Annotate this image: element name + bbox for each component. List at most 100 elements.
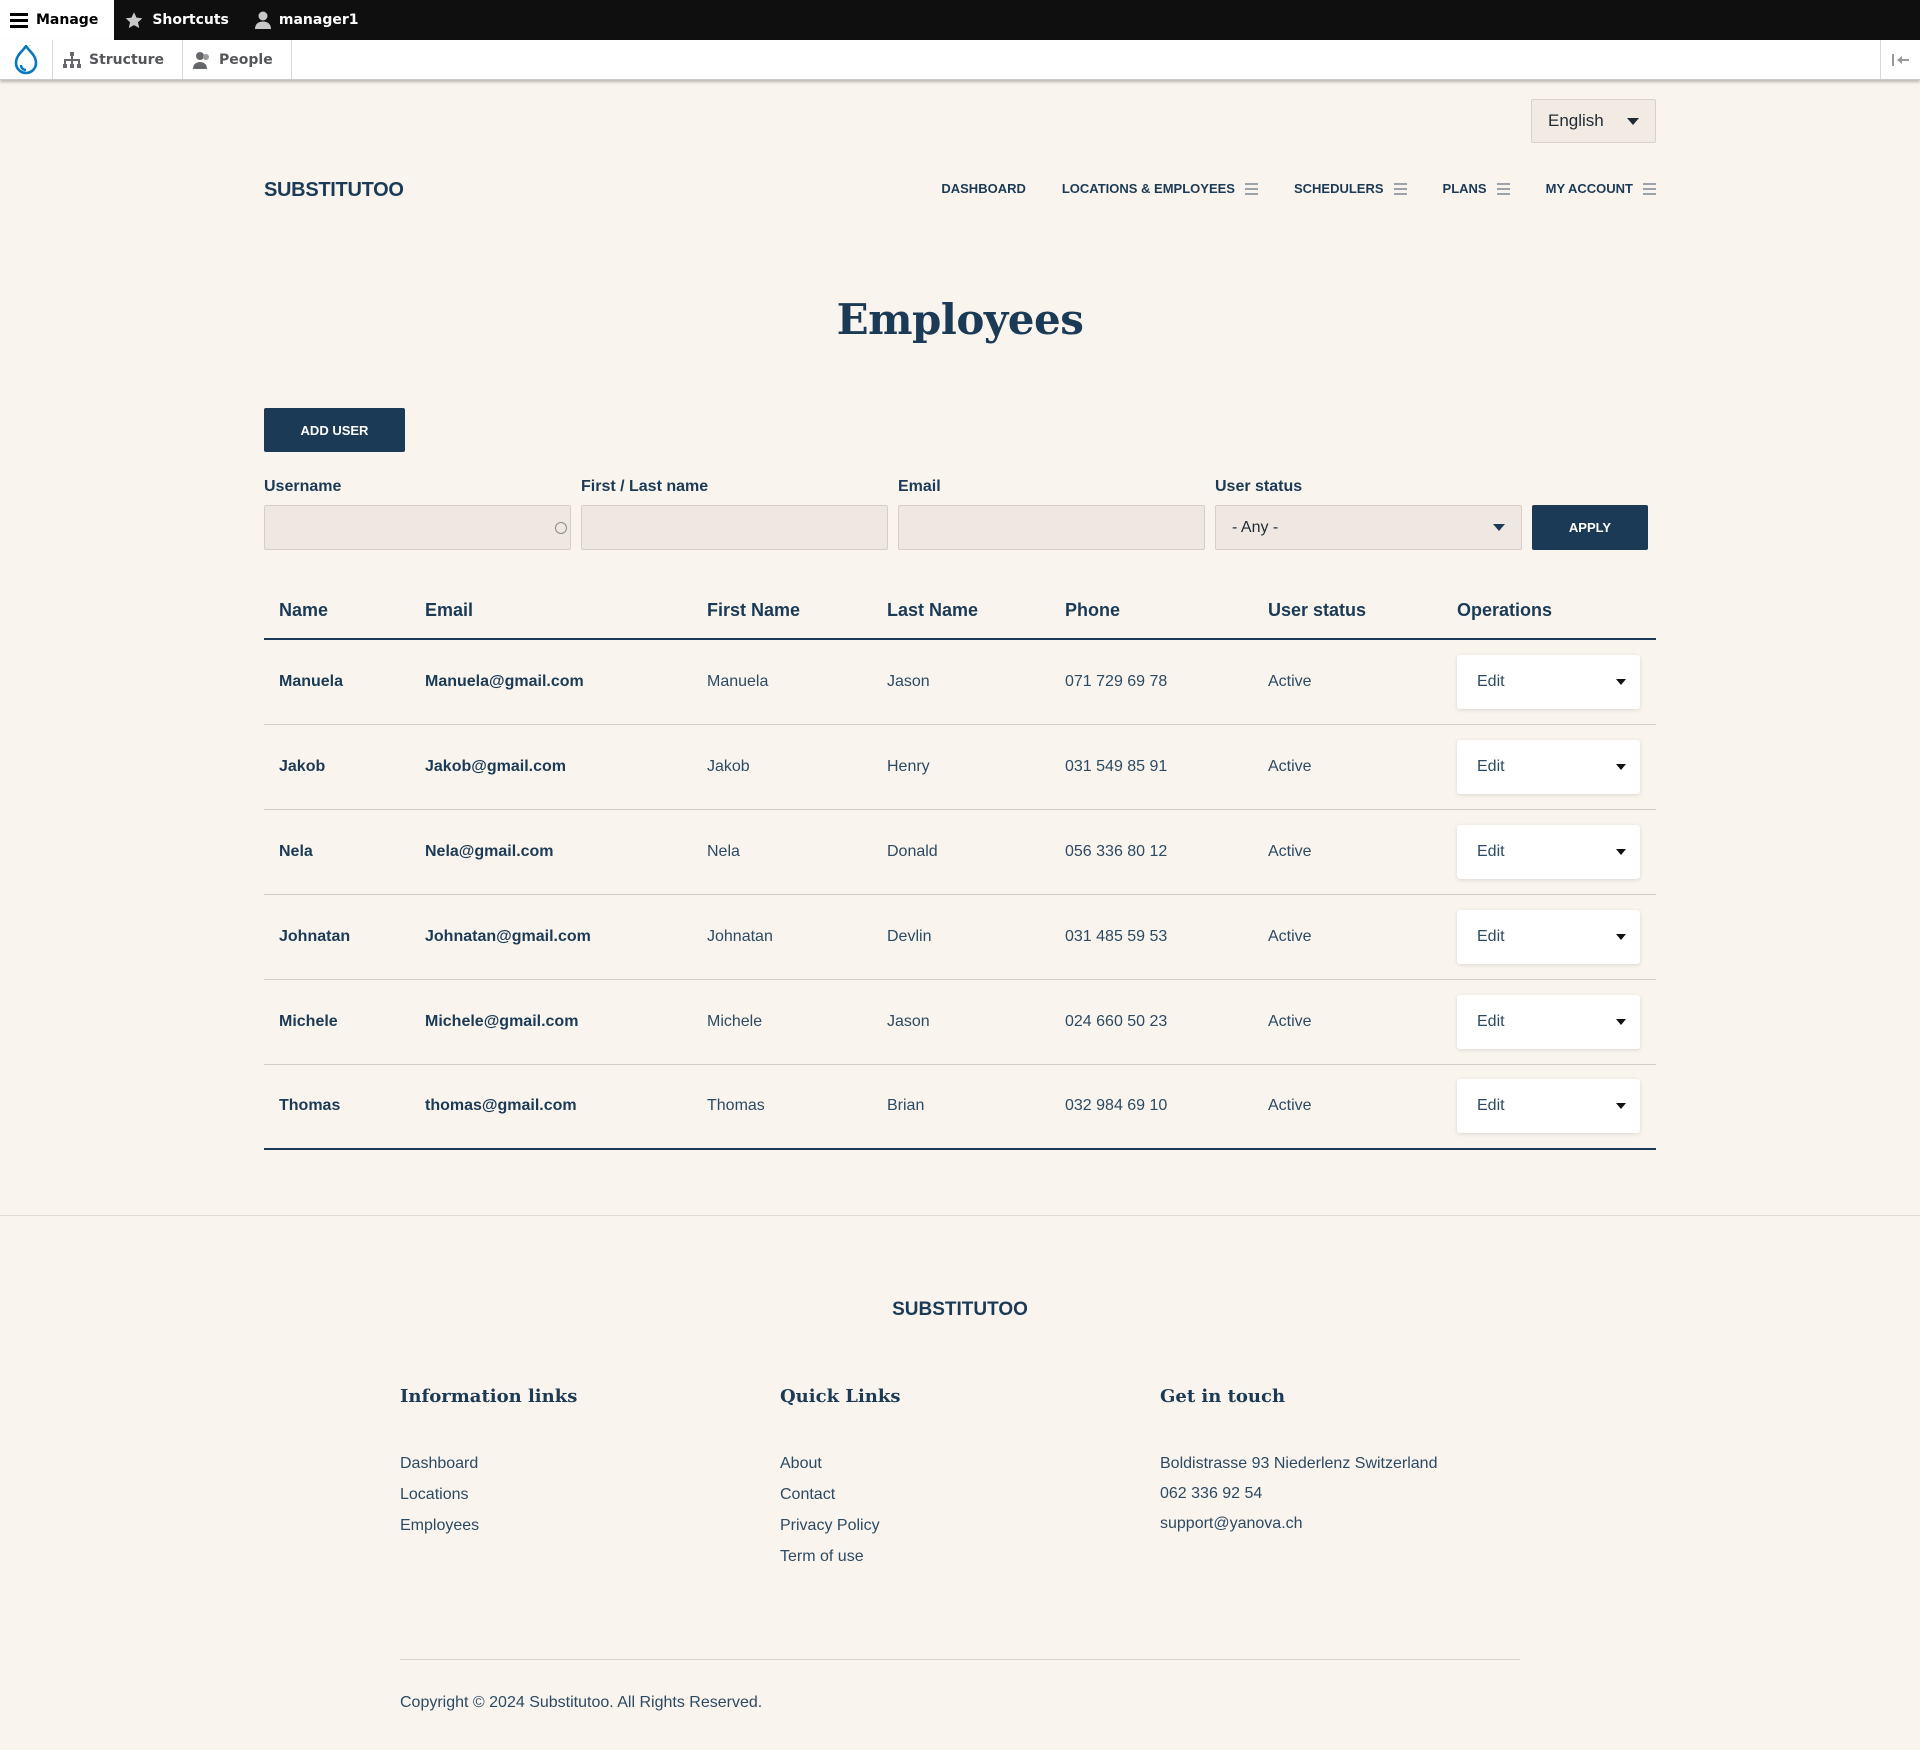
filter-username: Username [264, 478, 571, 550]
toolbar-user-label: manager1 [278, 12, 359, 28]
footer-quick-links: Quick Links About Contact Privacy Policy… [780, 1386, 1140, 1577]
footer-info-links: Information links Dashboard Locations Em… [400, 1386, 760, 1546]
cell-status: Active [1253, 894, 1442, 980]
nav-locations-employees-label: LOCATIONS & EMPLOYEES [1061, 181, 1235, 196]
page-title: Employees [836, 295, 1084, 344]
cell-phone: 024 660 50 23 [1050, 979, 1253, 1065]
cell-phone: 056 336 80 12 [1050, 809, 1253, 895]
footer-logo[interactable]: SUBSTITUTOO [0, 1299, 1920, 1321]
footer-link-contact[interactable]: Contact [780, 1484, 1140, 1515]
status-label: User status [1215, 478, 1303, 495]
cell-phone: 031 549 85 91 [1050, 724, 1253, 810]
footer-separator [400, 1659, 1520, 1660]
toolbar-shortcuts[interactable]: Shortcuts [114, 0, 245, 40]
name-input[interactable] [581, 505, 888, 550]
cell-first-name: Michele [692, 979, 872, 1065]
username-label: Username [264, 478, 342, 495]
footer-link-about[interactable]: About [780, 1453, 1140, 1484]
submenu-icon [1496, 182, 1510, 195]
cell-last-name: Jason [872, 979, 1050, 1065]
cell-status: Active [1253, 979, 1442, 1065]
cell-email[interactable]: thomas@gmail.com [410, 1064, 692, 1150]
footer-link-dashboard[interactable]: Dashboard [400, 1453, 760, 1484]
cell-first-name: Johnatan [692, 894, 872, 980]
footer-link-locations[interactable]: Locations [400, 1484, 760, 1515]
nav-schedulers[interactable]: SCHEDULERS [1294, 181, 1407, 196]
cell-last-name: Henry [872, 724, 1050, 810]
footer-link-terms[interactable]: Term of use [780, 1546, 1140, 1577]
user-icon [254, 11, 271, 29]
filter-status: User status - Any - [1215, 478, 1522, 550]
caret-down-icon[interactable] [1616, 763, 1626, 770]
language-select[interactable]: English [1531, 99, 1656, 143]
username-input[interactable] [264, 505, 571, 550]
add-user-button[interactable]: ADD USER [264, 408, 405, 452]
cell-name[interactable]: Nela [264, 809, 410, 895]
col-last-name: Last Name [872, 583, 1050, 640]
caret-down-icon[interactable] [1616, 678, 1626, 685]
cell-first-name: Manuela [692, 639, 872, 725]
table-row: Manuela Manuela@gmail.com Manuela Jason 071 … [264, 639, 1656, 725]
nav-locations-employees[interactable]: LOCATIONS & EMPLOYEES [1062, 181, 1258, 196]
edit-label: Edit [1477, 1097, 1505, 1115]
caret-down-icon[interactable] [1616, 848, 1626, 855]
status-select[interactable]: - Any - [1215, 505, 1522, 550]
toolbar-manage[interactable]: Manage [0, 0, 115, 40]
cell-name[interactable]: Manuela [264, 639, 410, 725]
tray-people[interactable]: People [183, 40, 292, 79]
col-status[interactable]: User status [1253, 583, 1442, 640]
cell-last-name: Jason [872, 639, 1050, 725]
edit-dropbutton[interactable]: Edit [1457, 994, 1640, 1049]
cell-email[interactable]: Michele@gmail.com [410, 979, 692, 1065]
drupal-home[interactable] [0, 40, 53, 79]
cell-email[interactable]: Jakob@gmail.com [410, 724, 692, 810]
nav-plans[interactable]: PLANS [1443, 181, 1510, 196]
cell-name[interactable]: Johnatan [264, 894, 410, 980]
edit-label: Edit [1477, 672, 1505, 690]
edit-dropbutton[interactable]: Edit [1457, 739, 1640, 794]
drupal-drop-icon [14, 44, 38, 74]
footer-link-employees[interactable]: Employees [400, 1515, 760, 1546]
edit-dropbutton[interactable]: Edit [1457, 824, 1640, 879]
collapse-left-icon [1891, 53, 1909, 66]
toolbar-shortcuts-label: Shortcuts [152, 12, 229, 28]
toolbar-user[interactable]: manager1 [245, 0, 375, 40]
cell-operations: Edit [1442, 1064, 1656, 1150]
cell-last-name: Devlin [872, 894, 1050, 980]
tray-collapse-button[interactable] [1880, 40, 1920, 79]
filter-name: First / Last name [581, 478, 888, 550]
nav-dashboard[interactable]: DASHBOARD [941, 181, 1026, 196]
edit-dropbutton[interactable]: Edit [1457, 1079, 1640, 1134]
footer-email[interactable]: support@yanova.ch [1160, 1513, 1560, 1543]
cell-email[interactable]: Nela@gmail.com [410, 809, 692, 895]
cell-status: Active [1253, 1064, 1442, 1150]
nav-my-account-label: MY ACCOUNT [1545, 181, 1633, 196]
col-name[interactable]: Name [264, 583, 410, 640]
site-logo[interactable]: SUBSTITUTOO [264, 179, 404, 202]
caret-down-icon[interactable] [1616, 1018, 1626, 1025]
email-input[interactable] [898, 505, 1205, 550]
tray-structure-label: Structure [89, 51, 165, 68]
nav-dashboard-label: DASHBOARD [941, 181, 1026, 196]
cell-email[interactable]: Johnatan@gmail.com [410, 894, 692, 980]
edit-dropbutton[interactable]: Edit [1457, 909, 1640, 964]
footer-link-privacy[interactable]: Privacy Policy [780, 1515, 1140, 1546]
caret-down-icon[interactable] [1616, 1103, 1626, 1110]
nav-my-account[interactable]: MY ACCOUNT [1546, 181, 1656, 196]
cell-email[interactable]: Manuela@gmail.com [410, 639, 692, 725]
structure-icon [63, 51, 81, 68]
edit-dropbutton[interactable]: Edit [1457, 654, 1640, 709]
email-label: Email [898, 478, 941, 495]
tray-structure[interactable]: Structure [53, 40, 184, 79]
cell-name[interactable]: Jakob [264, 724, 410, 810]
caret-down-icon[interactable] [1616, 933, 1626, 940]
cell-name[interactable]: Thomas [264, 1064, 410, 1150]
apply-button[interactable]: APPLY [1532, 505, 1648, 550]
col-first-name: First Name [692, 583, 872, 640]
submenu-icon [1244, 182, 1258, 195]
col-email[interactable]: Email [410, 583, 692, 640]
main-nav: DASHBOARD LOCATIONS & EMPLOYEES SCHEDULE… [941, 181, 1656, 196]
col-operations: Operations [1442, 583, 1656, 640]
cell-name[interactable]: Michele [264, 979, 410, 1065]
employees-table: Name Email First Name Last Name Phone Us… [264, 583, 1656, 1150]
